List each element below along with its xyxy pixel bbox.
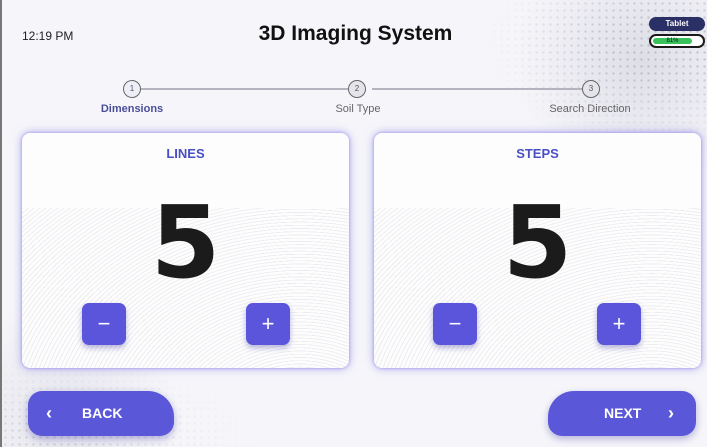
step-2-label: Soil Type [335,103,381,115]
device-label: Tablet [649,17,705,31]
lines-card: LINES 5 − + [22,133,349,368]
app-screen: 12:19 PM 3D Imaging System Tablet 81% 1 … [0,0,707,447]
steps-value: 5 [502,184,573,301]
chevron-left-icon: ‹ [46,403,52,423]
device-status: Tablet 81% [649,17,707,51]
step-3-label: Search Direction [549,103,631,115]
steps-decrement-button[interactable]: − [433,303,477,345]
step-connector [372,88,583,90]
step-3-indicator[interactable]: 3 [582,80,600,98]
back-button-label: BACK [82,405,123,421]
steps-increment-button[interactable]: + [597,303,641,345]
step-2-indicator[interactable]: 2 [348,80,366,98]
lines-title: LINES [166,146,205,161]
step-connector [132,88,348,90]
step-1-indicator[interactable]: 1 [123,80,141,98]
battery-icon: 81% [649,34,705,48]
wizard-stepper: 1 2 3 Dimensions Soil Type Search Direct… [2,72,707,122]
lines-decrement-button[interactable]: − [82,303,126,345]
page-title: 3D Imaging System [258,22,453,45]
next-button[interactable]: NEXT › [548,391,696,436]
lines-value: 5 [150,184,221,301]
steps-title: STEPS [516,146,559,161]
battery-level: 81% [653,38,692,44]
lines-increment-button[interactable]: + [246,303,290,345]
chevron-right-icon: › [668,403,674,423]
next-button-label: NEXT [604,405,642,421]
step-1-label: Dimensions [100,103,164,115]
steps-card: STEPS 5 − + [374,133,701,368]
back-button[interactable]: ‹ BACK [28,391,174,436]
